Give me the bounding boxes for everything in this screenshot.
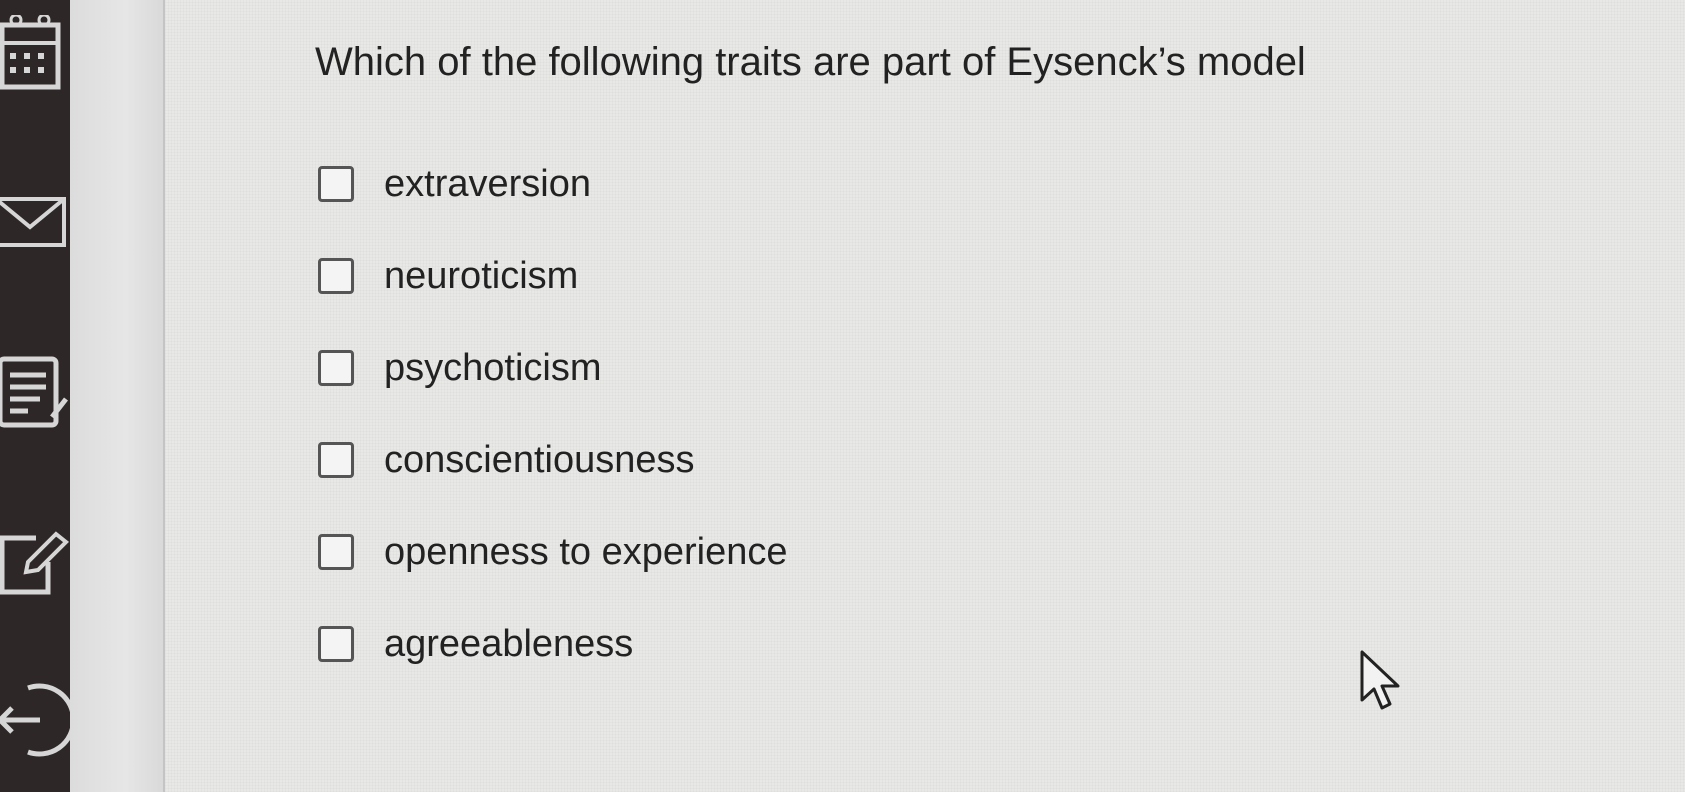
- answer-options: extraversion neuroticism psychoticism co…: [318, 138, 788, 690]
- option-neuroticism[interactable]: neuroticism: [318, 230, 788, 322]
- option-agreeableness[interactable]: agreeableness: [318, 598, 788, 690]
- checkbox[interactable]: [318, 258, 354, 294]
- question-text: Which of the following traits are part o…: [315, 40, 1306, 84]
- option-label: neuroticism: [384, 254, 579, 297]
- option-label: conscientiousness: [384, 438, 695, 481]
- mouse-pointer-icon: [1360, 650, 1404, 719]
- option-label: extraversion: [384, 162, 591, 205]
- option-label: psychoticism: [384, 346, 602, 389]
- option-label: agreeableness: [384, 622, 634, 665]
- checkbox[interactable]: [318, 350, 354, 386]
- option-openness-to-experience[interactable]: openness to experience: [318, 506, 788, 598]
- checkbox[interactable]: [318, 442, 354, 478]
- checkbox[interactable]: [318, 626, 354, 662]
- left-sidebar: [0, 0, 70, 792]
- checkbox[interactable]: [318, 166, 354, 202]
- option-label: openness to experience: [384, 530, 788, 573]
- logout-icon[interactable]: [0, 680, 70, 760]
- option-psychoticism[interactable]: psychoticism: [318, 322, 788, 414]
- content-gutter: [70, 0, 165, 792]
- edit-icon[interactable]: [0, 530, 70, 600]
- checkbox[interactable]: [318, 534, 354, 570]
- mail-icon[interactable]: [0, 195, 70, 255]
- notes-icon[interactable]: [0, 355, 70, 435]
- calendar-icon[interactable]: [0, 15, 70, 95]
- option-conscientiousness[interactable]: conscientiousness: [318, 414, 788, 506]
- option-extraversion[interactable]: extraversion: [318, 138, 788, 230]
- quiz-panel: Which of the following traits are part o…: [165, 0, 1685, 792]
